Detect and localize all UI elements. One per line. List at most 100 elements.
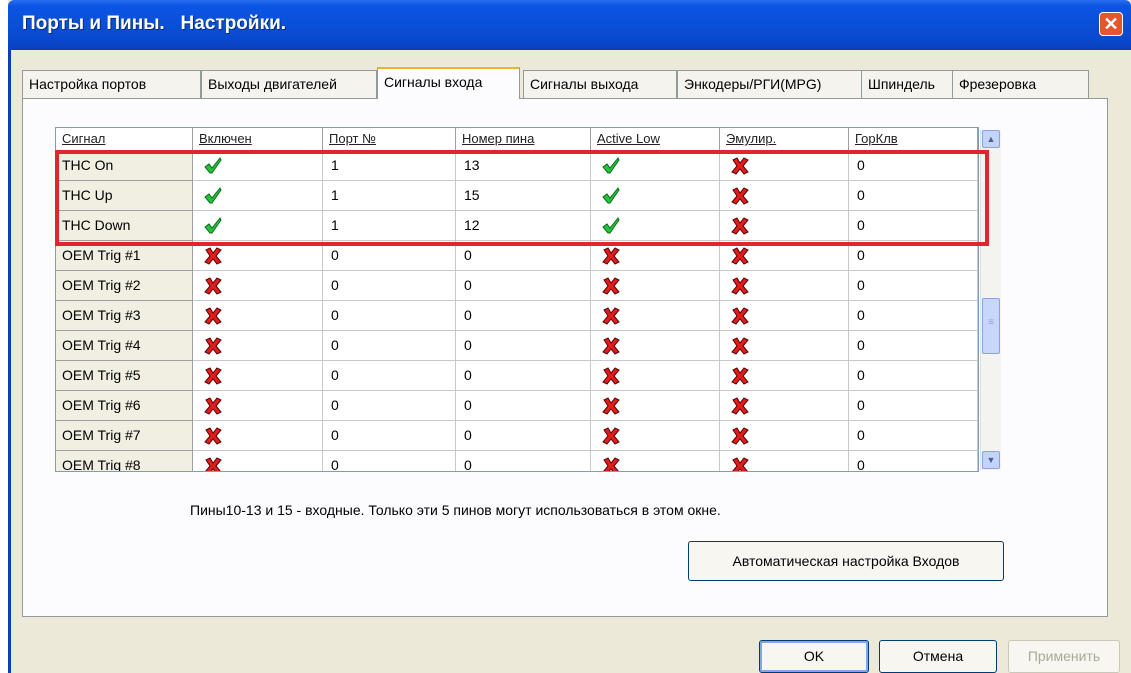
cell-emulated[interactable] [720,271,849,301]
cell-enabled[interactable] [193,451,323,471]
table-row[interactable]: OEM Trig #3 0 0 0 [56,301,978,331]
cell-port[interactable]: 0 [323,301,456,331]
cell-emulated[interactable] [720,241,849,271]
cell-active-low[interactable] [591,421,720,451]
cell-hotkey[interactable]: 0 [849,361,978,391]
cell-enabled[interactable] [193,361,323,391]
signal-name-cell[interactable]: OEM Trig #6 [56,391,193,421]
cell-hotkey[interactable]: 0 [849,211,978,241]
cell-pin[interactable]: 12 [456,211,591,241]
cell-active-low[interactable] [591,391,720,421]
cell-emulated[interactable] [720,331,849,361]
signal-name-cell[interactable]: THC Down [56,211,193,241]
column-header[interactable]: Включен [193,128,323,151]
cell-enabled[interactable] [193,391,323,421]
column-header[interactable]: Эмулир. [720,128,849,151]
column-header[interactable]: Сигнал [56,128,193,151]
signal-name-cell[interactable]: OEM Trig #2 [56,271,193,301]
cell-emulated[interactable] [720,361,849,391]
table-row[interactable]: OEM Trig #1 0 0 0 [56,241,978,271]
cell-pin[interactable]: 0 [456,331,591,361]
table-row[interactable]: OEM Trig #8 0 0 0 [56,451,978,471]
cell-emulated[interactable] [720,391,849,421]
close-button[interactable]: ✕ [1099,12,1123,36]
tab-item[interactable]: Сигналы входа [377,67,520,99]
cell-pin[interactable]: 0 [456,451,591,471]
table-row[interactable]: OEM Trig #5 0 0 0 [56,361,978,391]
cell-emulated[interactable] [720,151,849,181]
signal-name-cell[interactable]: THC On [56,151,193,181]
cell-active-low[interactable] [591,301,720,331]
cell-emulated[interactable] [720,181,849,211]
cell-port[interactable]: 0 [323,451,456,471]
vertical-scrollbar[interactable]: ▲ ≡ ▼ [980,130,1001,470]
cell-active-low[interactable] [591,181,720,211]
cell-pin[interactable]: 13 [456,151,591,181]
cell-hotkey[interactable]: 0 [849,301,978,331]
cell-port[interactable]: 0 [323,361,456,391]
cell-pin[interactable]: 0 [456,271,591,301]
cell-enabled[interactable] [193,181,323,211]
cell-emulated[interactable] [720,421,849,451]
cancel-button[interactable]: Отмена [879,640,997,673]
signal-name-cell[interactable]: OEM Trig #1 [56,241,193,271]
cell-pin[interactable]: 0 [456,301,591,331]
cell-emulated[interactable] [720,211,849,241]
signal-name-cell[interactable]: OEM Trig #4 [56,331,193,361]
cell-hotkey[interactable]: 0 [849,271,978,301]
signal-grid[interactable]: Сигнал Включен Порт № Номер пина Active Low Э… [55,127,979,472]
cell-port[interactable]: 0 [323,421,456,451]
table-row[interactable]: OEM Trig #4 0 0 0 [56,331,978,361]
tab-item[interactable]: Выходы двигателей [201,70,377,98]
signal-name-cell[interactable]: OEM Trig #3 [56,301,193,331]
scroll-up-button[interactable]: ▲ [982,130,1000,148]
cell-active-low[interactable] [591,361,720,391]
signal-name-cell[interactable]: OEM Trig #5 [56,361,193,391]
table-row[interactable]: THC Down 1 12 0 [56,211,978,241]
column-header[interactable]: ГорКлв [849,128,978,151]
cell-hotkey[interactable]: 0 [849,181,978,211]
table-row[interactable]: OEM Trig #2 0 0 0 [56,271,978,301]
column-header[interactable]: Active Low [591,128,720,151]
signal-name-cell[interactable]: OEM Trig #7 [56,421,193,451]
cell-active-low[interactable] [591,271,720,301]
cell-hotkey[interactable]: 0 [849,451,978,471]
signal-name-cell[interactable]: THC Up [56,181,193,211]
cell-hotkey[interactable]: 0 [849,421,978,451]
cell-enabled[interactable] [193,241,323,271]
cell-active-low[interactable] [591,151,720,181]
auto-config-button[interactable]: Автоматическая настройка Входов [688,541,1004,581]
cell-pin[interactable]: 0 [456,241,591,271]
cell-enabled[interactable] [193,421,323,451]
cell-active-low[interactable] [591,211,720,241]
cell-enabled[interactable] [193,151,323,181]
cell-port[interactable]: 0 [323,271,456,301]
cell-enabled[interactable] [193,211,323,241]
table-row[interactable]: THC On 1 13 0 [56,151,978,181]
ok-button[interactable]: OK [759,640,869,673]
cell-active-low[interactable] [591,241,720,271]
cell-active-low[interactable] [591,451,720,471]
cell-hotkey[interactable]: 0 [849,241,978,271]
cell-emulated[interactable] [720,451,849,471]
scroll-down-button[interactable]: ▼ [982,451,1000,469]
cell-port[interactable]: 1 [323,211,456,241]
tab-item[interactable]: Настройка портов [22,70,201,98]
signal-name-cell[interactable]: OEM Trig #8 [56,451,193,471]
cell-hotkey[interactable]: 0 [849,151,978,181]
tab-item[interactable]: Шпиндель [861,70,953,98]
cell-emulated[interactable] [720,301,849,331]
cell-port[interactable]: 0 [323,241,456,271]
tab-item[interactable]: Сигналы выхода [523,70,677,98]
cell-enabled[interactable] [193,301,323,331]
column-header[interactable]: Номер пина [456,128,591,151]
cell-enabled[interactable] [193,331,323,361]
cell-pin[interactable]: 0 [456,361,591,391]
cell-hotkey[interactable]: 0 [849,391,978,421]
tab-item[interactable]: Энкодеры/РГИ(MPG) [677,70,862,98]
cell-port[interactable]: 1 [323,181,456,211]
tab-item[interactable]: Фрезеровка [952,70,1089,98]
table-row[interactable]: THC Up 1 15 0 [56,181,978,211]
column-header[interactable]: Порт № [323,128,456,151]
table-row[interactable]: OEM Trig #6 0 0 0 [56,391,978,421]
